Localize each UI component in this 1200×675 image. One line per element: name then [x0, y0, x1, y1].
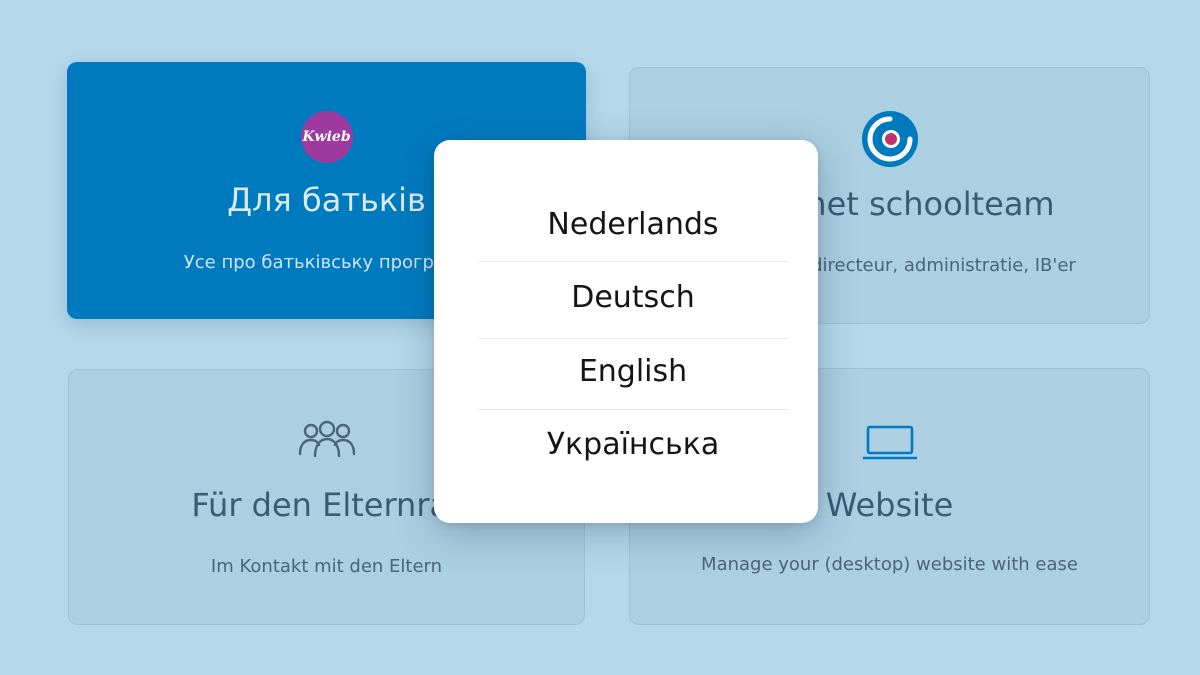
language-option-ukrainian[interactable]: Українська — [478, 427, 788, 462]
language-option-nederlands[interactable]: Nederlands — [478, 207, 788, 242]
language-option-deutsch[interactable]: Deutsch — [478, 280, 788, 315]
parents-council-card-subtitle: Im Kontakt mit den Eltern — [210, 556, 443, 577]
language-divider — [478, 338, 788, 339]
language-divider — [478, 261, 788, 262]
language-divider — [478, 409, 788, 410]
website-card-subtitle: Manage your (desktop) website with ease — [701, 554, 1078, 575]
language-option-english[interactable]: English — [478, 354, 788, 389]
language-menu: Nederlands Deutsch English Українська — [434, 140, 818, 523]
